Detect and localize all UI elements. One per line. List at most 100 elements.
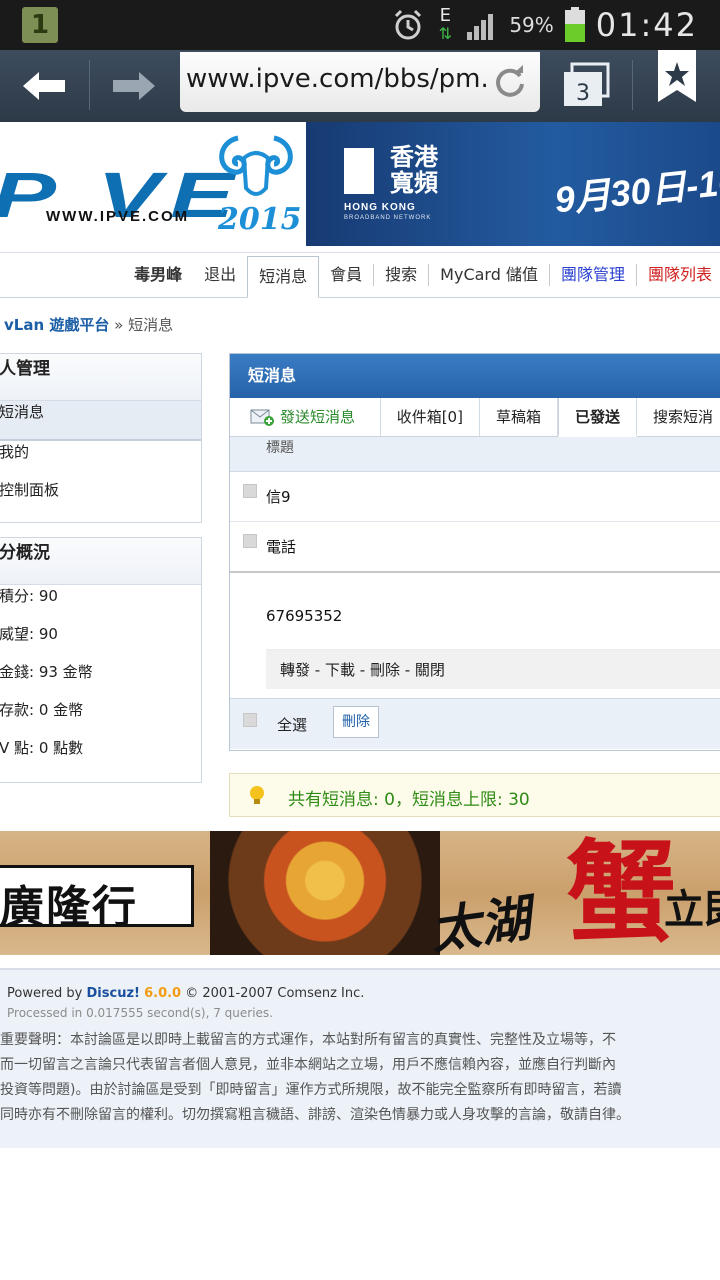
url-bar[interactable]: www.ipve.com/bbs/pm.pt xyxy=(180,52,540,112)
alarm-icon xyxy=(395,9,422,40)
download-link[interactable]: 下載 xyxy=(325,661,355,679)
top-navigation: 毒男峰 退出 短消息 會員 搜索 MyCard 儲值 團隊管理 團隊列表 xyxy=(0,252,720,298)
reload-icon[interactable] xyxy=(492,64,528,100)
select-all-checkbox[interactable] xyxy=(243,713,257,727)
pm-tabs: 發送短消息 收件箱[0] 草稿箱 已發送 搜索短消 xyxy=(230,398,720,437)
browser-toolbar: www.ipve.com/bbs/pm.pt 3 xyxy=(0,50,720,122)
hkbn-logo-icon xyxy=(344,148,374,194)
status-bar: 1 E ⇅ 59% 01:42 xyxy=(0,0,720,50)
action-separator: - xyxy=(354,661,370,679)
forward-link[interactable]: 轉發 xyxy=(280,661,310,679)
message-subject[interactable]: 電話 xyxy=(266,536,296,557)
breadcrumb-root-link[interactable]: vLan 遊戲平台 xyxy=(4,316,109,334)
credits-summary: 分概況 積分: 90 威望: 90 金錢: 93 金幣 存款: 0 金幣 V 點… xyxy=(0,537,202,783)
breadcrumb: vLan 遊戲平台 » 短消息 xyxy=(4,314,173,335)
discuz-version: 6.0.0 xyxy=(144,986,182,1001)
credit-savings: 存款: 0 金幣 xyxy=(0,701,84,719)
delete-link[interactable]: 刪除 xyxy=(370,661,400,679)
hkbn-cn-line2: 寬頻 xyxy=(390,169,438,197)
nav-mycard[interactable]: MyCard 儲值 xyxy=(429,253,549,297)
hkbn-english-name: HONG KONG xyxy=(344,202,416,213)
powered-by: Powered by Discuz! 6.0.0 © 2001-2007 Com… xyxy=(7,986,364,1001)
url-text[interactable]: www.ipve.com/bbs/pm.pt xyxy=(186,64,486,94)
select-all-label[interactable]: 全選 xyxy=(277,714,307,735)
advert-shop-name: 廣隆行 xyxy=(0,882,138,933)
nav-logout[interactable]: 退出 xyxy=(193,253,247,297)
sidebar-item-control-panel[interactable]: 控制面板 xyxy=(0,479,201,517)
hkbn-chinese-name: 香港 寬頻 xyxy=(390,144,438,196)
network-type-label: E xyxy=(439,5,452,26)
message-row[interactable]: 電話 xyxy=(230,522,720,573)
tabs-button[interactable]: 3 xyxy=(556,56,616,116)
back-button[interactable] xyxy=(0,50,88,122)
close-link[interactable]: 關閉 xyxy=(415,661,445,679)
message-row[interactable]: 信9 xyxy=(230,472,720,522)
advert-text-crab: 蟹 xyxy=(566,831,676,955)
toolbar-divider xyxy=(632,60,633,110)
advert-text-lake: 太湖 xyxy=(426,888,535,955)
tab-drafts[interactable]: 草稿箱 xyxy=(480,398,558,436)
web-page: P VE WWW.IPVE.COM 2015 香港 寬頻 HONG KONG B… xyxy=(0,122,720,1280)
tab-sent[interactable]: 已發送 xyxy=(557,398,637,437)
discuz-link[interactable]: Discuz! xyxy=(87,986,140,1001)
site-footer: Powered by Discuz! 6.0.0 © 2001-2007 Com… xyxy=(0,968,720,1148)
nav-username[interactable]: 毒男峰 xyxy=(123,253,193,297)
sidebar-item-pm[interactable]: 短消息 xyxy=(0,401,201,441)
processed-time: Processed in 0.017555 second(s), 7 queri… xyxy=(7,1006,273,1020)
site-logo[interactable]: P VE WWW.IPVE.COM 2015 xyxy=(0,122,306,246)
action-separator: - xyxy=(310,661,325,679)
hkbn-english-sub: BROADBAND NETWORK xyxy=(344,215,432,221)
bookmark-icon[interactable] xyxy=(654,50,700,110)
tab-inbox[interactable]: 收件箱[0] xyxy=(381,398,480,436)
arrow-left-icon xyxy=(23,72,65,100)
tab-count: 3 xyxy=(576,81,590,106)
disclaimer-line: 同時亦有不刪除留言的權利。切勿撰寫粗言穢語、誹謗、渲染色情暴力或人身攻擊的言論，… xyxy=(0,1107,630,1123)
powered-by-label: Powered by xyxy=(7,986,83,1001)
message-checkbox[interactable] xyxy=(243,534,257,548)
advert-food-image xyxy=(210,831,440,955)
pm-quota-notice: 共有短消息: 0，短消息上限: 30 xyxy=(229,773,720,817)
tab-compose[interactable]: 發送短消息 xyxy=(230,398,381,436)
personal-menu: 人管理 短消息 我的 控制面板 xyxy=(0,353,202,523)
copyright: © 2001-2007 Comsenz Inc. xyxy=(185,986,365,1001)
arrow-right-icon xyxy=(113,72,155,100)
compose-mail-icon xyxy=(250,409,274,426)
tab-search[interactable]: 搜索短消 xyxy=(637,398,720,436)
hkbn-cn-line1: 香港 xyxy=(390,143,438,171)
message-subject[interactable]: 信9 xyxy=(266,486,291,507)
message-checkbox[interactable] xyxy=(243,484,257,498)
hkbn-advert[interactable]: 香港 寬頻 HONG KONG BROADBAND NETWORK 9月30日-… xyxy=(306,122,720,246)
lightbulb-icon xyxy=(250,786,264,804)
credits-summary-title: 分概況 xyxy=(0,538,201,585)
nav-members[interactable]: 會員 xyxy=(319,253,373,297)
nav-team-list[interactable]: 團隊列表 xyxy=(637,253,720,297)
clock: 01:42 xyxy=(595,6,698,44)
delete-button[interactable]: 刪除 xyxy=(333,706,379,738)
pm-quota-text: 共有短消息: 0，短消息上限: 30 xyxy=(288,790,530,810)
action-separator: - xyxy=(399,661,415,679)
battery-percent: 59% xyxy=(509,13,554,37)
credit-prestige: 威望: 90 xyxy=(0,625,58,643)
column-header-title: 標題 xyxy=(230,437,720,472)
hkbn-promo-date: 9月30日-10 xyxy=(552,160,720,221)
message-body: 67695352 xyxy=(266,607,343,625)
ram-mascot-icon xyxy=(219,135,293,196)
tab-compose-label: 發送短消息 xyxy=(280,408,356,426)
disclaimer-line: 投資等問題)。由於討論區是受到「即時留言」運作方式所規限，故不能完全監察所有即時… xyxy=(0,1082,622,1098)
sidebar-item-my[interactable]: 我的 xyxy=(0,441,201,479)
battery-icon xyxy=(564,7,585,42)
forward-button[interactable] xyxy=(90,50,178,122)
credit-money: 金錢: 93 金幣 xyxy=(0,663,93,681)
data-transfer-icon: ⇅ xyxy=(438,24,453,43)
disclaimer-line: 重要聲明：本討論區是以即時上載留言的方式運作，本站對所有留言的真實性、完整性及立… xyxy=(0,1032,616,1048)
nav-search[interactable]: 搜索 xyxy=(374,253,428,297)
advert-text-now: 立即 xyxy=(664,886,720,933)
header-banner: P VE WWW.IPVE.COM 2015 香港 寬頻 HONG KONG B… xyxy=(0,122,720,246)
nav-team-manage[interactable]: 團隊管理 xyxy=(550,253,636,297)
disclaimer: 重要聲明：本討論區是以即時上載留言的方式運作，本站對所有留言的真實性、完整性及立… xyxy=(0,1028,720,1128)
nav-pm[interactable]: 短消息 xyxy=(247,256,320,298)
advert-banner[interactable]: 廣隆行 太湖 蟹 立即 xyxy=(0,831,720,955)
pm-panel-title: 短消息 xyxy=(230,354,720,398)
notification-badge[interactable]: 1 xyxy=(22,7,58,43)
credit-vpoints: V 點: 0 點數 xyxy=(0,739,84,757)
